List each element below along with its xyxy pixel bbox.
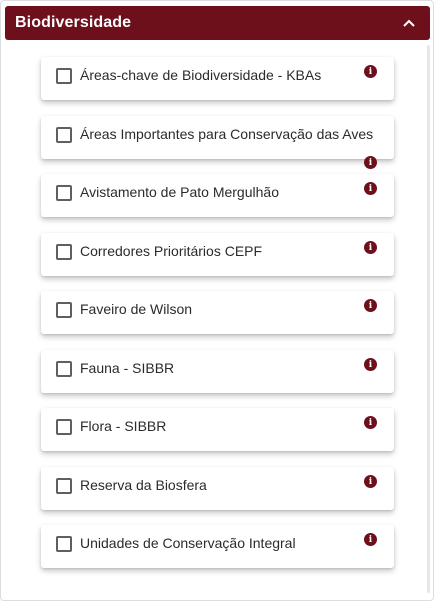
info-icon[interactable]: i [364,475,377,488]
chevron-up-icon[interactable] [400,14,418,32]
layer-label[interactable]: Flora - SIBBR [80,418,166,434]
layer-item-kbas: Áreas-chave de Biodiversidade - KBAs i [41,57,394,100]
info-icon[interactable]: i [364,182,377,195]
layer-label[interactable]: Áreas Importantes para Conservação das A… [80,126,373,142]
biodiversity-panel: Biodiversidade Áreas-chave de Biodiversi… [0,0,434,601]
info-icon[interactable]: i [364,156,377,169]
info-icon[interactable]: i [364,533,377,546]
panel-title: Biodiversidade [15,14,132,31]
layer-item-uc-integral: Unidades de Conservação Integral i [41,525,394,568]
layer-checkbox[interactable] [56,536,72,552]
layer-item-flora: Flora - SIBBR i [41,408,394,451]
layer-checkbox[interactable] [56,68,72,84]
layer-checkbox[interactable] [56,419,72,435]
layer-label[interactable]: Avistamento de Pato Mergulhão [80,184,279,200]
layer-checkbox[interactable] [56,361,72,377]
layer-item-aves: Áreas Importantes para Conservação das A… [41,116,394,159]
layer-checkbox[interactable] [56,478,72,494]
layer-item-faveiro: Faveiro de Wilson i [41,291,394,334]
layer-label[interactable]: Unidades de Conservação Integral [80,535,296,551]
panel-header[interactable]: Biodiversidade [5,6,430,40]
layer-checkbox[interactable] [56,127,72,143]
layer-checkbox[interactable] [56,302,72,318]
layer-item-cepf: Corredores Prioritários CEPF i [41,233,394,276]
layer-item-fauna: Fauna - SIBBR i [41,350,394,393]
info-icon[interactable]: i [364,416,377,429]
info-icon[interactable]: i [364,299,377,312]
layer-label[interactable]: Faveiro de Wilson [80,301,192,317]
layer-item-biosfera: Reserva da Biosfera i [41,467,394,510]
layer-checkbox[interactable] [56,185,72,201]
info-icon[interactable]: i [364,241,377,254]
layer-label[interactable]: Fauna - SIBBR [80,360,174,376]
info-icon[interactable]: i [364,65,377,78]
layer-item-pato-mergulhao: Avistamento de Pato Mergulhão i [41,174,394,217]
layer-label[interactable]: Áreas-chave de Biodiversidade - KBAs [80,67,321,83]
scrollbar[interactable] [427,45,430,593]
info-icon[interactable]: i [364,358,377,371]
layer-label[interactable]: Reserva da Biosfera [80,477,207,493]
layer-checkbox[interactable] [56,244,72,260]
layer-label[interactable]: Corredores Prioritários CEPF [80,243,262,259]
